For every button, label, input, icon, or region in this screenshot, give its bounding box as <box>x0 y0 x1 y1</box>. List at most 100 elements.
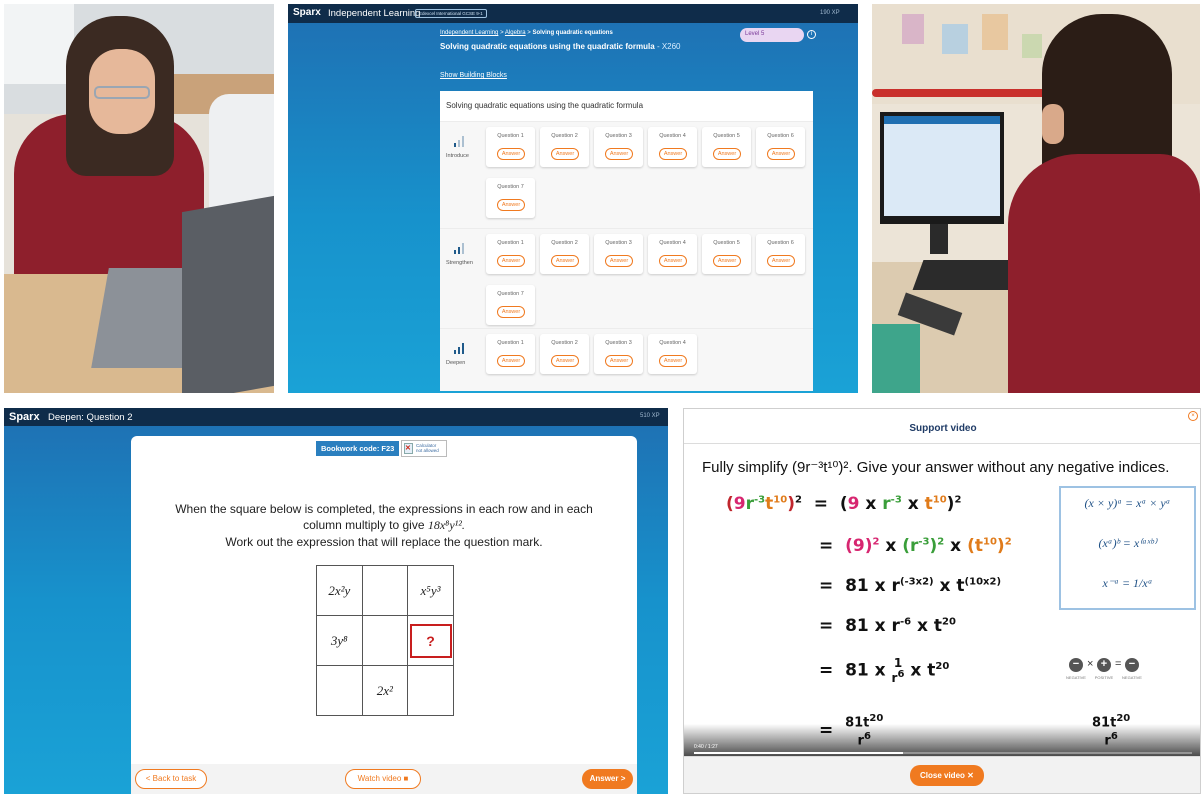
answer-button[interactable]: Answer <box>713 148 741 160</box>
plus-icon: + <box>1097 658 1111 672</box>
watch-video-button[interactable]: Watch video ■ <box>345 769 421 789</box>
times-sign: × <box>1087 658 1094 670</box>
question-name: Question 6 <box>767 133 794 139</box>
target-product: 18x⁸y¹². <box>427 518 465 532</box>
question-card[interactable]: Question 4 Answer <box>648 334 697 374</box>
question-name: Question 2 <box>551 340 578 346</box>
back-to-task-button[interactable]: < Back to task <box>135 769 207 789</box>
answer-button[interactable]: Answer <box>605 255 633 267</box>
course-pill[interactable]: Edexcel International GCSE 9-1 <box>415 9 487 18</box>
question-name: Question 5 <box>713 240 740 246</box>
answer-button[interactable]: Answer <box>497 255 525 267</box>
breadcrumb-separator: > <box>500 30 504 36</box>
top-nav-bar: Sparx Deepen: Question 2 510 XP <box>4 408 668 426</box>
question-name: Question 3 <box>605 133 632 139</box>
show-building-blocks-link[interactable]: Show Building Blocks <box>440 72 507 79</box>
breadcrumb-topic[interactable]: Algebra <box>505 30 526 36</box>
question-card[interactable]: Question 2 Answer <box>540 234 589 274</box>
working-line: = 81 x 1 r6 x t20 <box>819 656 950 685</box>
close-video-button[interactable]: Close video ✕ <box>910 765 984 786</box>
question-card[interactable]: Question 4 Answer <box>648 127 697 167</box>
answer-button[interactable]: Answer <box>497 199 525 211</box>
info-icon[interactable]: i <box>807 30 816 39</box>
answer-button[interactable]: Answer <box>605 148 633 160</box>
question-name: Question 4 <box>659 340 686 346</box>
section-label: Deepen <box>446 360 466 366</box>
xp-counter: 190 XP <box>820 10 840 16</box>
question-card[interactable]: Question 3 Answer <box>594 234 643 274</box>
photo-other-student <box>209 94 274 214</box>
section-label: Introduce <box>446 153 469 159</box>
support-video-modal: Support video × Fully simplify (9r⁻³t¹⁰)… <box>683 408 1201 794</box>
question-name: Question 5 <box>713 133 740 139</box>
answer-button[interactable]: Answer <box>659 148 687 160</box>
grid-cell <box>407 665 454 716</box>
answer-button[interactable]: Answer <box>551 355 579 367</box>
answer-button[interactable]: Answer <box>605 355 633 367</box>
top-nav-bar: Sparx Independent Learning Edexcel Inter… <box>288 4 858 23</box>
answer-button[interactable]: Answer <box>551 148 579 160</box>
video-controls: 0:40 / 1:27 <box>684 724 1200 756</box>
question-card[interactable]: Question 2 Answer <box>540 334 589 374</box>
question-card[interactable]: Question 6 Answer <box>756 127 805 167</box>
photo-monitor-screen <box>884 116 1000 216</box>
grid-cell <box>316 665 363 716</box>
question-card[interactable]: Question 2 Answer <box>540 127 589 167</box>
question-mark-box: ? <box>409 623 452 658</box>
breadcrumb-separator: > <box>527 30 531 36</box>
answer-button[interactable]: Answer <box>767 255 795 267</box>
question-card[interactable]: Question 1 Answer <box>486 234 535 274</box>
question-card[interactable]: Question 3 Answer <box>594 127 643 167</box>
support-video-footer: Close video ✕ <box>684 756 1200 793</box>
question-card[interactable]: Question 4 Answer <box>648 234 697 274</box>
question-card: Bookwork code: F23 ✕ Calculator not allo… <box>131 436 637 794</box>
close-icon[interactable]: × <box>1188 411 1198 421</box>
video-progress-bar[interactable] <box>694 752 1192 754</box>
question-card[interactable]: Question 3 Answer <box>594 334 643 374</box>
question-card[interactable]: Question 1 Answer <box>486 334 535 374</box>
sign-label: NEGATIVE <box>1066 675 1086 680</box>
calculator-label: Calculator not allowed <box>416 443 439 453</box>
app-title: Independent Learning <box>328 8 421 19</box>
question-footer: < Back to task Watch video ■ Answer > <box>131 764 637 794</box>
answer-button[interactable]: Answer <box>659 255 687 267</box>
answer-button[interactable]: Answer <box>767 148 795 160</box>
video-prompt: Fully simplify (9r⁻³t¹⁰)². Give your ans… <box>702 459 1170 476</box>
question-card[interactable]: Question 1 Answer <box>486 127 535 167</box>
answer-button[interactable]: Answer <box>497 355 525 367</box>
questions-panel: Solving quadratic equations using the qu… <box>440 91 813 391</box>
task-title-text: Solving quadratic equations using the qu… <box>440 42 655 51</box>
question-card[interactable]: Question 7 Answer <box>486 285 535 325</box>
sparx-logo[interactable]: Sparx <box>9 411 40 423</box>
question-card[interactable]: Question 5 Answer <box>702 234 751 274</box>
question-line-3: Work out the expression that will replac… <box>225 535 543 549</box>
question-card[interactable]: Question 6 Answer <box>756 234 805 274</box>
grid-cell: 2x² <box>361 665 409 716</box>
answer-button[interactable]: Answer > <box>582 769 633 789</box>
answer-button[interactable]: Answer <box>551 255 579 267</box>
question-card[interactable]: Question 7 Answer <box>486 178 535 218</box>
grid-cell: x⁵y³ <box>407 565 454 616</box>
question-line-1: When the square below is completed, the … <box>175 502 593 516</box>
video-player[interactable]: Fully simplify (9r⁻³t¹⁰)². Give your ans… <box>684 444 1200 756</box>
answer-button[interactable]: Answer <box>497 306 525 318</box>
sparx-logo[interactable]: Sparx <box>293 7 321 18</box>
question-line-2: column multiply to give 18x⁸y¹². <box>303 518 465 532</box>
sign-label: NEGATIVE <box>1122 675 1142 680</box>
question-card[interactable]: Question 5 Answer <box>702 127 751 167</box>
sparx-independent-learning-screen: Sparx Independent Learning Edexcel Inter… <box>288 4 858 393</box>
breadcrumb-home[interactable]: Independent Learning <box>440 30 498 36</box>
question-name: Question 7 <box>497 184 524 190</box>
photo-window <box>4 4 74 84</box>
video-progress-fill <box>694 752 904 754</box>
grid-cell-unknown: ? <box>407 615 454 666</box>
task-code: - X260 <box>656 42 681 51</box>
answer-button[interactable]: Answer <box>497 148 525 160</box>
equals-sign: = <box>1115 658 1122 670</box>
index-law: x⁻ᵃ = 1/xᵃ <box>1102 576 1153 590</box>
photo-poster <box>1022 34 1042 58</box>
answer-button[interactable]: Answer <box>713 255 741 267</box>
level-indicator[interactable]: Level 5 <box>740 28 804 42</box>
question-name: Question 4 <box>659 240 686 246</box>
answer-button[interactable]: Answer <box>659 355 687 367</box>
